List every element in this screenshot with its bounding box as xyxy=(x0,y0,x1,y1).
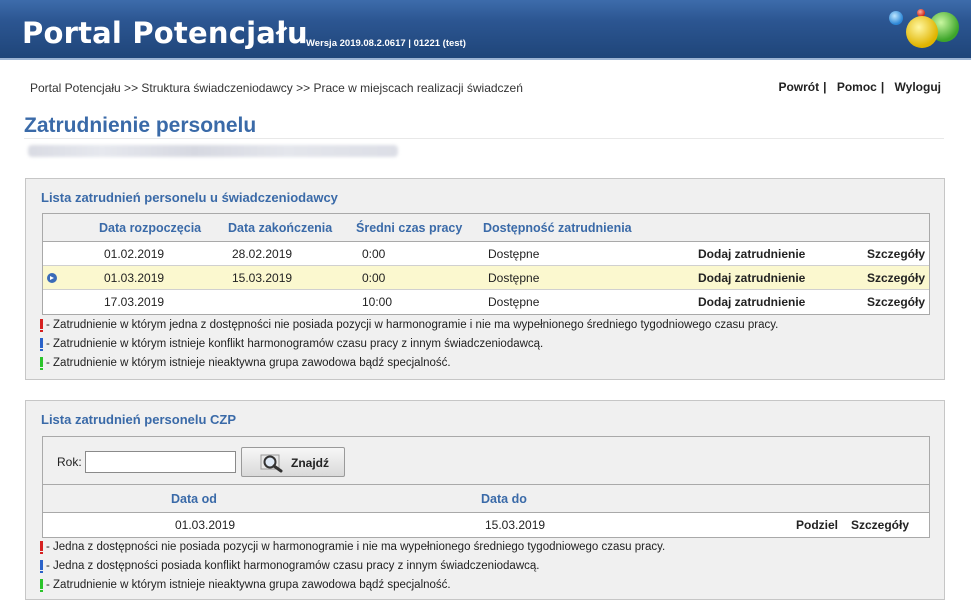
add-employment-link[interactable]: Dodaj zatrudnienie xyxy=(698,247,805,261)
breadcrumb: Portal Potencjału >> Struktura świadczen… xyxy=(30,81,523,95)
table-row[interactable]: 01.02.2019 28.02.2019 0:00 Dostępne Doda… xyxy=(43,242,929,266)
help-link[interactable]: Pomoc xyxy=(837,80,877,94)
column-header-date-to[interactable]: Data do xyxy=(481,492,527,506)
legend-item-blue: - Zatrudnienie w którym istnieje konflik… xyxy=(40,338,778,357)
avg-time-cell: 0:00 xyxy=(362,271,386,285)
back-link[interactable]: Powrót xyxy=(778,80,819,94)
end-date-cell: 15.03.2019 xyxy=(232,271,293,285)
page-title: Zatrudnienie personelu xyxy=(24,114,257,137)
find-button-label: Znajdź xyxy=(291,456,329,470)
availability-cell: Dostępne xyxy=(488,271,540,285)
year-label: Rok: xyxy=(57,455,82,469)
title-divider xyxy=(24,138,944,139)
employment-list-panel: Lista zatrudnień personelu u świadczenio… xyxy=(25,178,945,380)
column-header-start-date[interactable]: Data rozpoczęcia xyxy=(99,221,201,235)
split-link[interactable]: Podziel xyxy=(796,518,838,532)
legend-item-green: - Zatrudnienie w którym istnieje nieakty… xyxy=(40,357,778,376)
start-date-cell: 17.03.2019 xyxy=(104,295,165,309)
blue-exclamation-icon xyxy=(40,560,43,573)
legend-item-red: - Jedna z dostępności nie posiada pozycj… xyxy=(40,541,665,560)
version-info: Wersja 2019.08.2.0617 | 01221 (test) xyxy=(306,38,466,49)
add-employment-link[interactable]: Dodaj zatrudnienie xyxy=(698,295,805,309)
start-date-cell: 01.02.2019 xyxy=(104,247,165,261)
details-link[interactable]: Szczegóły xyxy=(867,295,925,309)
red-exclamation-icon xyxy=(40,319,43,332)
avg-time-cell: 0:00 xyxy=(362,247,386,261)
legend-item-red: - Zatrudnienie w którym jedna z dostępno… xyxy=(40,319,778,338)
app-title: Portal Potencjału xyxy=(22,16,308,50)
portal-logo-icon xyxy=(889,9,959,48)
year-input[interactable] xyxy=(85,451,236,473)
table-header: Data rozpoczęcia Data zakończenia Średni… xyxy=(43,214,929,242)
legend-text: - Jedna z dostępności posiada konflikt h… xyxy=(46,560,540,572)
table-row[interactable]: 01.03.2019 15.03.2019 Podziel Szczegóły xyxy=(43,513,929,537)
date-from-cell: 01.03.2019 xyxy=(175,518,236,532)
link-separator: | xyxy=(823,80,827,94)
legend-item-green: - Zatrudnienie w którym istnieje nieakty… xyxy=(40,579,665,598)
selected-row-arrow-icon xyxy=(47,273,57,283)
top-links: Powrót | Pomoc | Wyloguj xyxy=(778,80,941,94)
legend-text: - Zatrudnienie w którym istnieje nieakty… xyxy=(46,579,451,591)
start-date-cell: 01.03.2019 xyxy=(104,271,165,285)
add-employment-link[interactable]: Dodaj zatrudnienie xyxy=(698,271,805,285)
app-header: Portal Potencjału Wersja 2019.08.2.0617 … xyxy=(0,0,971,60)
table-row-selected[interactable]: 01.03.2019 15.03.2019 0:00 Dostępne Doda… xyxy=(43,266,929,290)
date-to-cell: 15.03.2019 xyxy=(485,518,546,532)
link-separator: | xyxy=(880,80,885,94)
panel-title: Lista zatrudnień personelu CZP xyxy=(41,412,237,427)
legend: - Jedna z dostępności nie posiada pozycj… xyxy=(40,541,665,598)
avg-time-cell: 10:00 xyxy=(362,295,393,309)
green-exclamation-icon xyxy=(40,579,43,592)
magnifier-icon xyxy=(260,454,283,473)
czp-employment-panel: Lista zatrudnień personelu CZP Rok: Znaj… xyxy=(25,400,945,600)
table-header: Data od Data do xyxy=(43,485,929,513)
legend-text: - Zatrudnienie w którym istnieje konflik… xyxy=(46,338,544,350)
employment-table: Data rozpoczęcia Data zakończenia Średni… xyxy=(42,213,930,315)
availability-cell: Dostępne xyxy=(488,247,540,261)
availability-cell: Dostępne xyxy=(488,295,540,309)
search-area: Rok: Znajdź xyxy=(42,436,930,484)
legend-text: - Jedna z dostępności nie posiada pozycj… xyxy=(46,541,666,553)
panel-title: Lista zatrudnień personelu u świadczenio… xyxy=(41,190,338,205)
find-button[interactable]: Znajdź xyxy=(241,447,345,477)
end-date-cell: 28.02.2019 xyxy=(232,247,293,261)
green-exclamation-icon xyxy=(40,357,43,370)
logout-link[interactable]: Wyloguj xyxy=(895,80,941,94)
details-link[interactable]: Szczegóły xyxy=(867,271,925,285)
legend-item-blue: - Jedna z dostępności posiada konflikt h… xyxy=(40,560,665,579)
red-exclamation-icon xyxy=(40,541,43,554)
legend: - Zatrudnienie w którym jedna z dostępno… xyxy=(40,319,778,376)
column-header-date-from[interactable]: Data od xyxy=(171,492,217,506)
column-header-end-date[interactable]: Data zakończenia xyxy=(228,221,332,235)
legend-text: - Zatrudnienie w którym istnieje nieakty… xyxy=(46,357,451,369)
legend-text: - Zatrudnienie w którym jedna z dostępno… xyxy=(46,319,779,331)
column-header-availability[interactable]: Dostępność zatrudnienia xyxy=(483,221,632,235)
details-link[interactable]: Szczegóły xyxy=(851,518,909,532)
details-link[interactable]: Szczegóły xyxy=(867,247,925,261)
czp-table: Data od Data do 01.03.2019 15.03.2019 Po… xyxy=(42,484,930,538)
table-row[interactable]: 17.03.2019 10:00 Dostępne Dodaj zatrudni… xyxy=(43,290,929,314)
blue-exclamation-icon xyxy=(40,338,43,351)
redacted-subtitle xyxy=(28,145,398,157)
column-header-avg-time[interactable]: Średni czas pracy xyxy=(356,221,462,235)
